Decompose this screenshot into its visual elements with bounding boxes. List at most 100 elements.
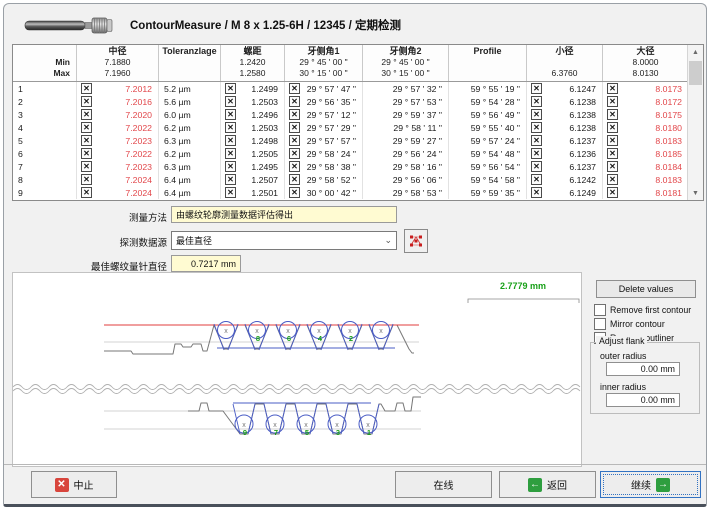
table-row[interactable]: 8✕7.20246.4 µm✕1.2507✕29 ° 58 ' 52 "29 °… bbox=[13, 173, 703, 186]
flank-fit-line bbox=[245, 324, 255, 350]
table-row[interactable]: 9✕7.20246.4 µm✕1.2501✕30 ° 00 ' 42 "29 °… bbox=[13, 186, 703, 199]
flank-fit-line bbox=[290, 324, 300, 350]
checked-checkbox-icon[interactable]: ✕ bbox=[289, 148, 300, 159]
arrow-left-icon: ← bbox=[528, 478, 542, 492]
checked-checkbox-icon[interactable]: ✕ bbox=[225, 148, 236, 159]
checked-checkbox-icon[interactable]: ✕ bbox=[289, 83, 300, 94]
checked-checkbox-icon[interactable]: ✕ bbox=[225, 83, 236, 94]
table-row[interactable]: 1✕7.20125.2 µm✕1.2499✕29 ° 57 ' 47 "29 °… bbox=[13, 82, 703, 95]
checked-checkbox-icon[interactable]: ✕ bbox=[81, 174, 92, 185]
checked-checkbox-icon[interactable]: ✕ bbox=[81, 161, 92, 172]
checked-checkbox-icon[interactable]: ✕ bbox=[225, 135, 236, 146]
flank-fit-line bbox=[259, 324, 269, 350]
checked-checkbox-icon[interactable]: ✕ bbox=[607, 135, 618, 146]
checked-checkbox-icon[interactable]: ✕ bbox=[225, 96, 236, 107]
inner-radius-input[interactable]: 0.00 mm bbox=[606, 393, 680, 407]
delete-values-button[interactable]: Delete values bbox=[596, 280, 696, 298]
checked-checkbox-icon[interactable]: ✕ bbox=[531, 109, 542, 120]
column-header: Profile bbox=[449, 45, 527, 81]
checked-checkbox-icon[interactable]: ✕ bbox=[225, 109, 236, 120]
checked-checkbox-icon[interactable]: ✕ bbox=[289, 96, 300, 107]
checked-checkbox-icon[interactable]: ✕ bbox=[225, 174, 236, 185]
checked-checkbox-icon[interactable]: ✕ bbox=[531, 96, 542, 107]
table-body: 1✕7.20125.2 µm✕1.2499✕29 ° 57 ' 47 "29 °… bbox=[13, 82, 703, 199]
flank-fit-line bbox=[352, 324, 362, 350]
table-row[interactable]: 7✕7.20236.3 µm✕1.2495✕29 ° 58 ' 38 "29 °… bbox=[13, 160, 703, 173]
measurement-table: MinMax中径7.18807.1960Toleranzlage 螺距1.242… bbox=[12, 44, 704, 201]
checked-checkbox-icon[interactable]: ✕ bbox=[289, 174, 300, 185]
checked-checkbox-icon[interactable]: ✕ bbox=[607, 96, 618, 107]
checked-checkbox-icon[interactable]: ✕ bbox=[607, 187, 618, 198]
next-button[interactable]: 继续 → bbox=[600, 471, 701, 498]
online-button[interactable]: 在线 bbox=[395, 471, 492, 498]
flank-fit-line bbox=[338, 324, 348, 350]
checked-checkbox-icon[interactable]: ✕ bbox=[81, 135, 92, 146]
abort-button[interactable]: ✕ 中止 bbox=[31, 471, 117, 498]
checked-checkbox-icon[interactable]: ✕ bbox=[531, 135, 542, 146]
checkbox-icon[interactable] bbox=[594, 304, 606, 316]
thread-profile-plot: 2.7779 mmxx8x6x4x2xx9x7x5x3x1 bbox=[13, 273, 581, 466]
checked-checkbox-icon[interactable]: ✕ bbox=[607, 148, 618, 159]
checked-checkbox-icon[interactable]: ✕ bbox=[225, 187, 236, 198]
checked-checkbox-icon[interactable]: ✕ bbox=[531, 187, 542, 198]
table-row[interactable]: 5✕7.20236.3 µm✕1.2498✕29 ° 57 ' 57 "29 °… bbox=[13, 134, 703, 147]
checked-checkbox-icon[interactable]: ✕ bbox=[531, 122, 542, 133]
break-wave-line bbox=[13, 385, 580, 390]
checked-checkbox-icon[interactable]: ✕ bbox=[289, 187, 300, 198]
outer-radius-input[interactable]: 0.00 mm bbox=[606, 362, 680, 376]
remove-first-contour-checkbox[interactable]: Remove first contour bbox=[594, 304, 691, 316]
probe-number-label: 3 bbox=[336, 428, 340, 437]
checked-checkbox-icon[interactable]: ✕ bbox=[531, 174, 542, 185]
checked-checkbox-icon[interactable]: ✕ bbox=[607, 161, 618, 172]
checked-checkbox-icon[interactable]: ✕ bbox=[81, 109, 92, 120]
outer-radius-label: outer radius bbox=[600, 351, 646, 361]
checked-checkbox-icon[interactable]: ✕ bbox=[225, 161, 236, 172]
table-row[interactable]: 4✕7.20226.2 µm✕1.2503✕29 ° 57 ' 29 "29 °… bbox=[13, 121, 703, 134]
flank-fit-line bbox=[383, 324, 393, 350]
checked-checkbox-icon[interactable]: ✕ bbox=[531, 161, 542, 172]
checked-checkbox-icon[interactable]: ✕ bbox=[607, 109, 618, 120]
checked-checkbox-icon[interactable]: ✕ bbox=[81, 83, 92, 94]
abort-x-icon: ✕ bbox=[55, 478, 69, 492]
checked-checkbox-icon[interactable]: ✕ bbox=[531, 148, 542, 159]
pin-diameter-label: 最佳螺纹量针直径 bbox=[17, 259, 167, 273]
probe-x-mark: x bbox=[379, 328, 383, 335]
table-row[interactable]: 2✕7.20165.6 µm✕1.2503✕29 ° 56 ' 35 "29 °… bbox=[13, 95, 703, 108]
checked-checkbox-icon[interactable]: ✕ bbox=[607, 83, 618, 94]
table-row[interactable]: 3✕7.20206.0 µm✕1.2496✕29 ° 57 ' 12 "29 °… bbox=[13, 108, 703, 121]
table-scrollbar[interactable]: ▲ ▼ bbox=[687, 45, 703, 200]
checkbox-icon[interactable] bbox=[594, 318, 606, 330]
scroll-up-icon[interactable]: ▲ bbox=[688, 45, 703, 59]
probe-number-label: 6 bbox=[287, 334, 291, 343]
scrollbar-thumb[interactable] bbox=[689, 61, 702, 85]
checked-checkbox-icon[interactable]: ✕ bbox=[289, 122, 300, 133]
pin-diameter-input[interactable]: 0.7217 mm bbox=[171, 255, 241, 272]
checked-checkbox-icon[interactable]: ✕ bbox=[289, 161, 300, 172]
checked-checkbox-icon[interactable]: ✕ bbox=[225, 122, 236, 133]
source-select[interactable]: 最佳直径 ⌄ bbox=[171, 231, 397, 250]
source-label: 探测数据源 bbox=[17, 235, 167, 249]
checked-checkbox-icon[interactable]: ✕ bbox=[531, 83, 542, 94]
probe-points-button[interactable] bbox=[404, 229, 428, 253]
checked-checkbox-icon[interactable]: ✕ bbox=[81, 122, 92, 133]
dimension-label: 2.7779 mm bbox=[500, 281, 546, 291]
method-input[interactable]: 由螺纹轮廓测量数据评估得出 bbox=[171, 206, 397, 223]
checked-checkbox-icon[interactable]: ✕ bbox=[607, 122, 618, 133]
checked-checkbox-icon[interactable]: ✕ bbox=[289, 135, 300, 146]
probe-points-icon bbox=[408, 233, 424, 249]
checked-checkbox-icon[interactable]: ✕ bbox=[81, 96, 92, 107]
probe-number-label: 7 bbox=[274, 428, 278, 437]
checked-checkbox-icon[interactable]: ✕ bbox=[607, 174, 618, 185]
checked-checkbox-icon[interactable]: ✕ bbox=[289, 109, 300, 120]
table-row[interactable]: 6✕7.20226.2 µm✕1.2505✕29 ° 58 ' 24 "29 °… bbox=[13, 147, 703, 160]
column-header: 牙侧角229 ° 45 ' 00 "30 ° 15 ' 00 " bbox=[363, 45, 449, 81]
checked-checkbox-icon[interactable]: ✕ bbox=[81, 148, 92, 159]
checked-checkbox-icon[interactable]: ✕ bbox=[81, 187, 92, 198]
contour-measure-window: ContourMeasure / M 8 x 1.25-6H / 12345 /… bbox=[3, 3, 707, 507]
column-header: 螺距1.24201.2580 bbox=[221, 45, 285, 81]
mirror-contour-checkbox[interactable]: Mirror contour bbox=[594, 318, 665, 330]
probe-x-mark: x bbox=[224, 328, 228, 335]
scroll-down-icon[interactable]: ▼ bbox=[688, 186, 703, 200]
column-header: 中径7.18807.1960 bbox=[77, 45, 159, 81]
back-button[interactable]: ← 返回 bbox=[499, 471, 596, 498]
